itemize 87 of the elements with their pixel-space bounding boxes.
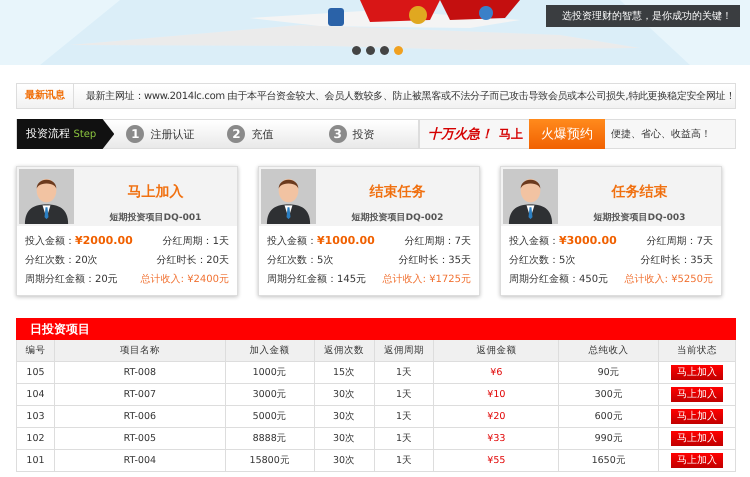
step-number: 3 — [328, 125, 347, 143]
table-cell: ¥10 — [434, 384, 560, 406]
per-period-text: 周期分红金额：450元 — [509, 272, 608, 287]
table-cell: 1天 — [374, 384, 434, 406]
booking-button[interactable]: 火爆预约 — [528, 119, 605, 149]
per-period-text: 周期分红金额：145元 — [267, 272, 366, 287]
table-cell: 1650元 — [559, 450, 660, 472]
step-label: 注册认证 — [150, 126, 194, 142]
total-income: 总计收入: ¥2400元 — [140, 272, 229, 287]
duration-text: 分红时长：35天 — [640, 254, 713, 268]
table-cell: 300元 — [559, 384, 660, 406]
column-header: 当前状态 — [659, 340, 736, 362]
join-button[interactable]: 马上加入 — [671, 431, 724, 446]
card-subtitle: 短期投资项目DQ-003 — [592, 212, 686, 224]
amount-label: 投入金额：¥2000.00 — [25, 234, 133, 249]
column-header: 返佣金额 — [434, 340, 560, 362]
table-cell: 30次 — [314, 450, 375, 472]
column-header: 项目名称 — [54, 340, 226, 362]
card-subtitle: 短期投资项目DQ-001 — [108, 212, 202, 224]
table-cell: 1000元 — [226, 362, 315, 384]
promo-prefix: 马上 — [498, 126, 523, 142]
table-cell: 15次 — [314, 362, 375, 384]
step-label: 投资 — [352, 126, 375, 142]
table-cell: 990元 — [559, 428, 660, 450]
step-number: 1 — [126, 125, 144, 143]
table-cell: 5000元 — [226, 406, 315, 428]
table-cell: 90元 — [559, 362, 660, 384]
table-cell: ¥20 — [434, 406, 560, 428]
promo-slogan: 十万火急！ — [428, 126, 493, 143]
table-cell: RT-004 — [54, 450, 226, 472]
table-cell: 15800元 — [226, 450, 315, 472]
table-cell: 600元 — [559, 406, 660, 428]
total-income: 总计收入: ¥1725元 — [382, 272, 471, 287]
table-cell: RT-005 — [54, 428, 226, 450]
card-title: 任务结束 — [610, 183, 668, 201]
table-cell: RT-006 — [54, 406, 226, 428]
join-button[interactable]: 马上加入 — [671, 409, 724, 424]
table-cell: ¥55 — [434, 450, 560, 472]
column-header: 返佣周期 — [374, 340, 434, 362]
duration-text: 分红时长：20天 — [156, 254, 229, 268]
count-text: 分红次数：20次 — [25, 254, 98, 268]
table-cell: 103 — [17, 406, 55, 428]
step-label: 充值 — [251, 126, 274, 142]
column-header: 返佣次数 — [314, 340, 375, 362]
count-text: 分红次数：5次 — [267, 254, 334, 268]
table-cell: ¥33 — [434, 428, 560, 450]
column-header: 总纯收入 — [559, 340, 660, 362]
step-number: 2 — [227, 125, 246, 143]
table-cell: 101 — [17, 450, 55, 472]
join-button[interactable]: 马上加入 — [671, 365, 724, 380]
table-cell: 30次 — [314, 384, 375, 406]
period-text: 分红周期：1天 — [162, 234, 229, 249]
card-title: 马上加入 — [126, 183, 184, 201]
table-cell: 8888元 — [226, 428, 315, 450]
amount-label: 投入金额：¥3000.00 — [509, 234, 617, 249]
column-header: 加入金额 — [226, 340, 315, 362]
table-cell: RT-008 — [54, 362, 226, 384]
table-cell: 30次 — [314, 428, 375, 450]
table-cell: ¥6 — [434, 362, 560, 384]
table-title: 日投资项目 — [16, 318, 736, 340]
table-cell: 1天 — [374, 428, 434, 450]
column-header: 编号 — [17, 340, 55, 362]
table-cell: 3000元 — [226, 384, 315, 406]
card-title: 结束任务 — [368, 183, 426, 201]
count-text: 分红次数：5次 — [509, 254, 576, 268]
join-button[interactable]: 马上加入 — [671, 453, 724, 468]
table-cell: RT-007 — [54, 384, 226, 406]
period-text: 分红周期：7天 — [646, 234, 713, 249]
card-subtitle: 短期投资项目DQ-002 — [350, 212, 444, 224]
join-button[interactable]: 马上加入 — [671, 387, 724, 402]
table-cell: 1天 — [374, 362, 434, 384]
news-text: 最新主网址：www.2014lc.com 由于本平台资金较大、会员人数较多、防止被黑客或不法分子而已攻击导致会员或本公司损失,特此更换稳定安全网址！ — [84, 90, 735, 103]
table-cell: 1天 — [374, 450, 434, 472]
news-label: 最新讯息 — [17, 84, 74, 108]
duration-text: 分红时长：35天 — [398, 254, 471, 268]
total-income: 总计收入: ¥5250元 — [624, 272, 713, 287]
promo-tagline: 便捷、省心、收益高！ — [610, 128, 711, 141]
table-cell: 104 — [17, 384, 55, 406]
table-cell: 102 — [17, 428, 55, 450]
period-text: 分红周期：7天 — [404, 234, 471, 249]
table-cell: 105 — [17, 362, 55, 384]
steps-title: 投资流程 Step — [17, 119, 114, 149]
table-cell: 1天 — [374, 406, 434, 428]
amount-label: 投入金额：¥1000.00 — [267, 234, 375, 249]
per-period-text: 周期分红金额：20元 — [25, 272, 118, 287]
banner-caption: 选投资理财的智慧，是你成功的关键！ — [546, 5, 740, 27]
table-cell: 30次 — [314, 406, 375, 428]
